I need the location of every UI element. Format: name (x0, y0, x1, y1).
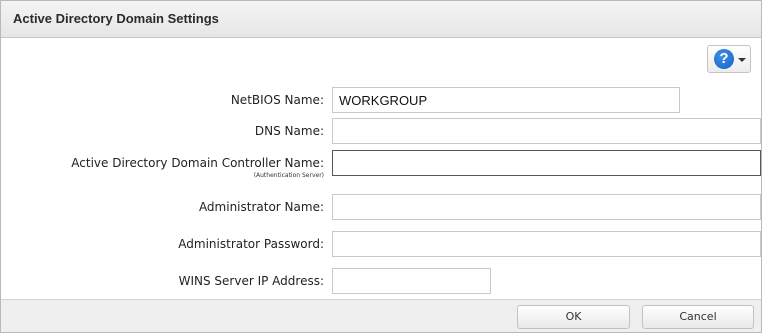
title-bar: Active Directory Domain Settings (1, 1, 761, 38)
help-button[interactable]: ? (707, 45, 751, 73)
dialog-title: Active Directory Domain Settings (13, 11, 219, 26)
cancel-button[interactable]: Cancel (642, 305, 754, 329)
domain-controller-label: Active Directory Domain Controller Name: (71, 156, 324, 170)
dns-name-label: DNS Name: (254, 124, 324, 138)
domain-controller-sublabel: (Authentication Server) (253, 172, 324, 179)
dns-name-field[interactable] (332, 118, 761, 144)
ad-domain-settings-dialog: Active Directory Domain Settings ? NetBI… (0, 0, 762, 333)
netbios-name-field[interactable] (332, 87, 680, 113)
domain-controller-field[interactable] (332, 150, 761, 176)
chevron-down-icon (738, 58, 746, 62)
question-circle-icon: ? (714, 49, 734, 69)
administrator-name-field[interactable] (332, 194, 761, 220)
administrator-password-label: Administrator Password: (178, 237, 324, 251)
administrator-name-label: Administrator Name: (198, 200, 324, 214)
dialog-footer: OK Cancel (1, 299, 761, 332)
wins-server-label: WINS Server IP Address: (178, 274, 324, 288)
wins-server-field[interactable] (332, 268, 491, 294)
administrator-password-field[interactable] (332, 231, 761, 257)
ok-button[interactable]: OK (517, 305, 630, 329)
netbios-name-label: NetBIOS Name: (230, 93, 324, 107)
